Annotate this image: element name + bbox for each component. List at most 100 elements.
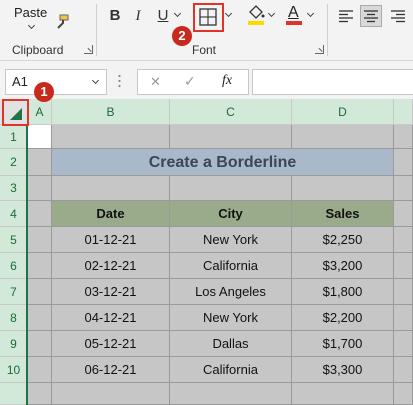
cell-e4[interactable] [394, 201, 413, 227]
paste-dropdown-icon[interactable] [28, 22, 36, 30]
cell-a4[interactable] [28, 201, 52, 227]
clipboard-launcher-icon[interactable] [84, 45, 93, 54]
formula-bar-grip-icon[interactable] [118, 74, 121, 88]
cell-b3[interactable] [52, 176, 170, 201]
column-header-a[interactable]: A [28, 99, 52, 125]
row-header-6[interactable]: 6 [0, 253, 28, 279]
cell-e5[interactable] [394, 227, 413, 253]
cell-b11[interactable] [52, 383, 170, 405]
date-cell[interactable]: 02-12-21 [52, 253, 170, 279]
header-sales[interactable]: Sales [292, 201, 394, 227]
name-box-value: A1 [12, 74, 28, 89]
row-header-1[interactable]: 1 [0, 125, 28, 149]
fill-color-button[interactable] [245, 4, 267, 28]
cell-c1[interactable] [170, 125, 292, 149]
cell-c11[interactable] [170, 383, 292, 405]
cancel-icon[interactable]: ✕ [150, 74, 161, 90]
step-2-badge: 2 [172, 26, 192, 46]
row-header-10[interactable]: 10 [0, 357, 28, 383]
column-header-b[interactable]: B [52, 99, 170, 125]
date-cell[interactable]: 01-12-21 [52, 227, 170, 253]
row-header-8[interactable]: 8 [0, 305, 28, 331]
row-header-7[interactable]: 7 [0, 279, 28, 305]
font-color-dropdown-icon[interactable] [307, 10, 315, 18]
sales-cell[interactable]: $3,300 [292, 357, 394, 383]
name-box[interactable]: A1 [5, 69, 107, 95]
header-city[interactable]: City [170, 201, 292, 227]
borders-dropdown-icon[interactable] [225, 10, 233, 18]
cell-e10[interactable] [394, 357, 413, 383]
enter-icon[interactable]: ✓ [184, 73, 196, 90]
city-cell[interactable]: California [170, 253, 292, 279]
cell-a11[interactable] [28, 383, 52, 405]
row-header-2[interactable]: 2 [0, 149, 28, 176]
cell-a2[interactable] [28, 149, 52, 176]
cell-a10[interactable] [28, 357, 52, 383]
row-header-4[interactable]: 4 [0, 201, 28, 227]
cell-d3[interactable] [292, 176, 394, 201]
paste-button[interactable]: Paste [8, 2, 52, 36]
ribbon-separator [327, 4, 328, 56]
title-cell[interactable]: Create a Borderline [52, 149, 394, 176]
date-cell[interactable]: 03-12-21 [52, 279, 170, 305]
cell-e8[interactable] [394, 305, 413, 331]
cell-e6[interactable] [394, 253, 413, 279]
city-cell[interactable]: Los Angeles [170, 279, 292, 305]
font-color-button[interactable]: A [283, 4, 305, 28]
date-cell[interactable]: 05-12-21 [52, 331, 170, 357]
date-cell[interactable]: 06-12-21 [52, 357, 170, 383]
sales-cell[interactable]: $2,250 [292, 227, 394, 253]
format-painter-icon[interactable] [54, 14, 70, 30]
font-launcher-icon[interactable] [315, 45, 324, 54]
formula-input[interactable] [252, 69, 413, 95]
fill-color-dropdown-icon[interactable] [268, 10, 276, 18]
name-box-dropdown-icon[interactable] [92, 77, 100, 85]
cell-a6[interactable] [28, 253, 52, 279]
cell-a5[interactable] [28, 227, 52, 253]
row-header-11[interactable] [0, 383, 28, 405]
cell-e3[interactable] [394, 176, 413, 201]
sales-cell[interactable]: $1,800 [292, 279, 394, 305]
cell-a8[interactable] [28, 305, 52, 331]
column-header-c[interactable]: C [170, 99, 292, 125]
underline-dropdown-icon[interactable] [174, 10, 182, 18]
cell-e7[interactable] [394, 279, 413, 305]
align-left-icon[interactable] [338, 9, 354, 23]
column-header-e[interactable] [394, 99, 413, 125]
city-cell[interactable]: New York [170, 305, 292, 331]
sales-cell[interactable]: $3,200 [292, 253, 394, 279]
cell-e2[interactable] [394, 149, 413, 176]
date-cell[interactable]: 04-12-21 [52, 305, 170, 331]
step-1-badge: 1 [34, 82, 54, 102]
cell-d11[interactable] [292, 383, 394, 405]
cell-c3[interactable] [170, 176, 292, 201]
cell-a7[interactable] [28, 279, 52, 305]
city-cell[interactable]: California [170, 357, 292, 383]
selection-edge [26, 125, 28, 405]
cell-a1[interactable] [28, 125, 52, 149]
italic-button[interactable]: I [128, 6, 148, 26]
cell-a3[interactable] [28, 176, 52, 201]
cell-e1[interactable] [394, 125, 413, 149]
underline-button[interactable]: U [153, 6, 173, 26]
row-header-5[interactable]: 5 [0, 227, 28, 253]
column-header-d[interactable]: D [292, 99, 394, 125]
sales-cell[interactable]: $1,700 [292, 331, 394, 357]
align-center-icon[interactable] [360, 5, 382, 27]
city-cell[interactable]: New York [170, 227, 292, 253]
header-date[interactable]: Date [52, 201, 170, 227]
cell-e11[interactable] [394, 383, 413, 405]
cell-b1[interactable] [52, 125, 170, 149]
cell-d1[interactable] [292, 125, 394, 149]
align-right-icon[interactable] [390, 9, 406, 23]
cell-e9[interactable] [394, 331, 413, 357]
cell-a9[interactable] [28, 331, 52, 357]
bold-button[interactable]: B [105, 6, 125, 26]
paste-label: Paste [14, 5, 48, 20]
city-cell[interactable]: Dallas [170, 331, 292, 357]
insert-function-button[interactable]: fx [222, 73, 232, 89]
row-header-9[interactable]: 9 [0, 331, 28, 357]
clipboard-group-label: Clipboard [12, 43, 64, 57]
sales-cell[interactable]: $2,200 [292, 305, 394, 331]
row-header-3[interactable]: 3 [0, 176, 28, 201]
